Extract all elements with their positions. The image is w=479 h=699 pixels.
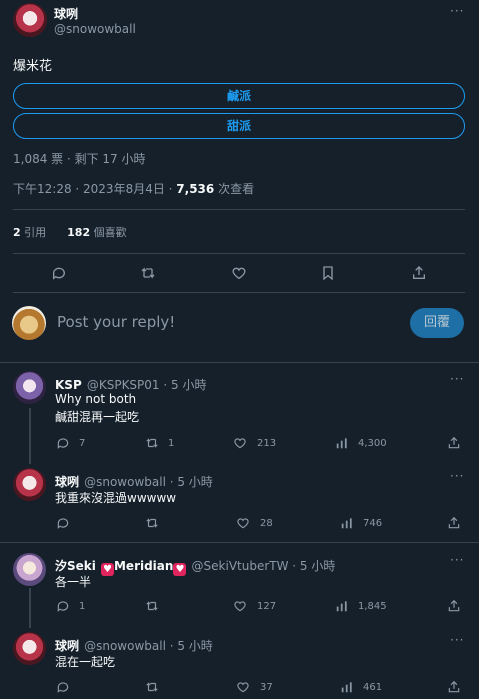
retweet-icon[interactable] [145,516,159,530]
author-handle[interactable]: @snowowball [54,22,136,36]
reply-input[interactable]: Post your reply! [57,313,175,331]
views-count: 1,845 [358,601,387,612]
reply-text-line: 我重來沒混過wwwww [55,491,177,505]
more-options-icon[interactable]: ··· [450,633,464,647]
reply-avatar[interactable] [13,371,46,404]
reply-avatar[interactable] [13,553,46,586]
heart-badge-icon: ♥ [100,563,114,576]
like-count: 127 [257,601,277,612]
author-avatar[interactable] [13,3,47,37]
reply-icon[interactable] [56,599,70,613]
poll-option-sweet[interactable]: 甜派 [13,113,465,139]
reply-icon[interactable] [56,516,70,530]
reply-button[interactable]: 回覆 [410,308,464,338]
views-count: 746 [363,518,383,529]
reply-author-name[interactable]: 球咧 [55,639,79,653]
author-name[interactable]: 球咧 [54,5,78,22]
share-icon[interactable] [447,680,461,694]
views-count: 4,300 [358,438,387,449]
share-icon[interactable] [411,265,427,281]
poll-summary: 1,084 票 · 剩下 17 小時 [13,152,146,166]
heart-icon[interactable] [236,680,250,694]
reply-header: 球咧 @snowowball · 5 小時 [55,471,213,490]
views-icon[interactable] [335,599,349,613]
reply-text-line: 鹹甜混再一起吃 [55,410,140,424]
more-options-icon[interactable]: ··· [450,469,464,483]
tweet-meta: 下午12:28 · 2023年8月4日 · 7,536 次查看 [13,180,254,197]
share-icon[interactable] [447,599,461,613]
tweet-time[interactable]: 下午12:28 · 2023年8月4日 · [13,182,176,196]
like-count: 28 [260,518,273,529]
like-count[interactable]: 182 [67,226,90,239]
reply-header: 汐Seki ♥ Meridian ♥ @SekiVtuberTW · 5 小時 [55,555,335,576]
reply-text-line: Why not both [55,392,137,406]
reply-handle-time[interactable]: @snowowball · 5 小時 [84,475,213,489]
reply-author-name[interactable]: KSP [55,378,82,392]
retweet-icon[interactable] [140,265,156,281]
heart-badge-icon: ♥ [173,563,187,576]
user-avatar[interactable] [12,306,46,340]
reply-icon[interactable] [51,265,67,281]
retweet-icon[interactable] [145,436,159,450]
retweet-icon[interactable] [145,680,159,694]
reply-avatar[interactable] [13,632,46,665]
reply-header: KSP @KSPKSP01 · 5 小時 [55,374,206,393]
retweet-count: 1 [168,438,175,449]
views-count: 7,536 [176,182,215,196]
reply-author-name[interactable]: 汐Seki [55,559,96,573]
like-count: 37 [260,682,273,693]
like-label[interactable]: 個喜歡 [90,226,127,239]
reply-text-line: 各一半 [55,575,92,589]
reply-count: 1 [79,601,86,612]
views-count: 461 [363,682,383,693]
reply-count: 7 [79,438,86,449]
reply-handle-time[interactable]: @KSPKSP01 · 5 小時 [87,378,207,392]
divider [0,542,479,543]
quote-count[interactable]: 2 [13,226,21,239]
reply-author-name-suffix[interactable]: Meridian [114,559,173,573]
retweet-icon[interactable] [145,599,159,613]
divider [13,209,465,210]
views-icon[interactable] [340,516,354,530]
like-count: 213 [257,438,277,449]
share-icon[interactable] [447,436,461,450]
divider [13,292,465,293]
thread-line [29,588,31,628]
reply-icon[interactable] [56,680,70,694]
heart-icon[interactable] [236,516,250,530]
heart-icon[interactable] [233,436,247,450]
share-icon[interactable] [447,516,461,530]
views-icon[interactable] [335,436,349,450]
more-options-icon[interactable]: ··· [450,4,464,18]
views-icon[interactable] [340,680,354,694]
views-label: 次查看 [214,182,255,196]
reply-handle-time[interactable]: @snowowball · 5 小時 [84,639,213,653]
reply-avatar[interactable] [13,468,46,501]
reply-header: 球咧 @snowowball · 5 小時 [55,635,213,654]
poll-option-salty[interactable]: 鹹派 [13,83,465,109]
bookmark-icon[interactable] [320,265,336,281]
reply-icon[interactable] [56,436,70,450]
reply-text-line: 混在一起吃 [55,655,116,669]
more-options-icon[interactable]: ··· [450,553,464,567]
reply-author-name[interactable]: 球咧 [55,475,79,489]
reply-handle-time[interactable]: @SekiVtuberTW · 5 小時 [192,559,336,573]
heart-icon[interactable] [233,599,247,613]
heart-icon[interactable] [231,265,247,281]
thread-line [29,408,31,464]
divider [0,362,479,363]
more-options-icon[interactable]: ··· [450,372,464,386]
divider [13,253,465,254]
engagement-stats: 2 引用 182 個喜歡 [13,224,127,240]
tweet-text: 爆米花 [13,59,53,74]
quote-label[interactable]: 引用 [21,226,46,239]
